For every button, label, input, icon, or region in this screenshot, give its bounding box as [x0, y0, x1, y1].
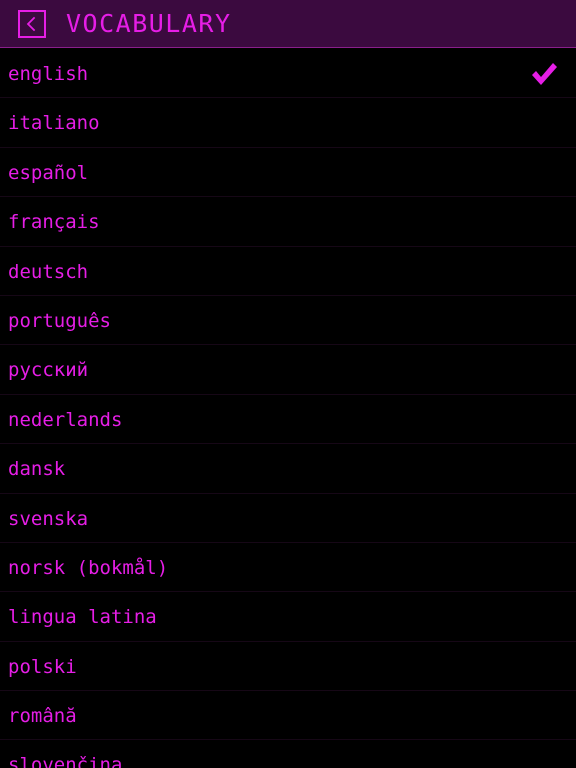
language-item-russkiy[interactable]: русский [0, 345, 576, 395]
language-label: italiano [8, 112, 100, 135]
language-label: nederlands [8, 408, 123, 431]
language-item-italiano[interactable]: italiano [0, 98, 576, 148]
language-item-polski[interactable]: polski [0, 642, 576, 692]
language-label: русский [8, 359, 89, 382]
language-item-english[interactable]: english [0, 49, 576, 99]
language-label: english [8, 63, 89, 85]
header-bar: VOCABULARY [0, 0, 576, 48]
back-button[interactable] [18, 10, 46, 38]
language-label: français [8, 211, 100, 234]
language-label: dansk [8, 458, 66, 481]
language-label: slovenčina [8, 754, 123, 768]
language-item-norsk[interactable]: norsk (bokmål) [0, 543, 576, 593]
language-item-nederlands[interactable]: nederlands [0, 395, 576, 445]
language-label: svenska [8, 507, 89, 530]
language-item-espanol[interactable]: español [0, 148, 576, 198]
checkmark-icon [532, 63, 557, 85]
language-label: română [8, 705, 77, 728]
language-label: deutsch [8, 260, 89, 283]
language-label: español [8, 161, 89, 184]
language-item-dansk[interactable]: dansk [0, 444, 576, 494]
language-label: polski [8, 655, 77, 678]
language-item-svenska[interactable]: svenska [0, 494, 576, 543]
page-title: VOCABULARY [66, 9, 232, 38]
language-label: português [8, 309, 111, 332]
chevron-left-icon [26, 16, 36, 32]
language-item-latina[interactable]: lingua latina [0, 592, 576, 642]
language-item-romana[interactable]: română [0, 691, 576, 741]
language-item-francais[interactable]: français [0, 197, 576, 247]
language-item-deutsch[interactable]: deutsch [0, 247, 576, 296]
language-item-slovencina[interactable]: slovenčina [0, 740, 576, 768]
language-list[interactable]: english italiano español français deutsc… [0, 49, 576, 768]
language-label: lingua latina [8, 606, 157, 629]
language-item-portugues[interactable]: português [0, 296, 576, 346]
language-label: norsk (bokmål) [8, 556, 169, 579]
